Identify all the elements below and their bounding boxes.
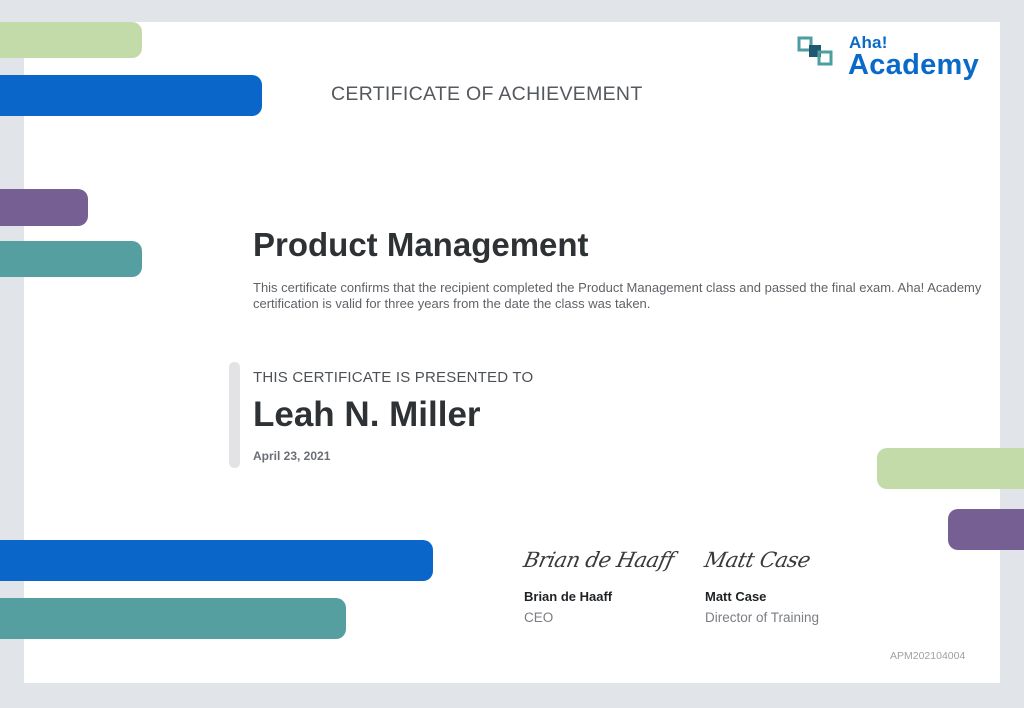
decorative-bar-green-right: [877, 448, 1024, 489]
signature-block-ceo: Brian de Haaff Brian de Haaff CEO: [521, 540, 694, 625]
decorative-bar-teal: [0, 241, 142, 277]
signer-role: Director of Training: [705, 610, 820, 625]
decorative-bar-blue-bottom: [0, 540, 433, 581]
decorative-bar-purple: [0, 189, 88, 226]
handwritten-signature: Brian de Haaff: [521, 548, 676, 572]
course-title: Product Management: [253, 226, 589, 263]
presented-to-label: THIS CERTIFICATE IS PRESENTED TO: [253, 369, 534, 386]
decorative-bar-blue: [0, 75, 262, 116]
decorative-bar-purple-right: [948, 509, 1024, 550]
course-description: This certificate confirms that the recip…: [253, 280, 982, 311]
presented-accent-bar: [229, 362, 240, 468]
issue-date: April 23, 2021: [253, 449, 331, 463]
handwritten-signature: Matt Case: [702, 548, 813, 572]
certificate-id: APM202104004: [890, 650, 966, 662]
signer-role: CEO: [524, 610, 554, 625]
signer-name: Brian de Haaff: [524, 589, 613, 604]
logo-big-text: Academy: [848, 49, 980, 81]
signer-name: Matt Case: [705, 589, 767, 604]
aha-overlapping-squares-icon: [797, 36, 833, 66]
aha-academy-logo: Aha! Academy: [797, 33, 987, 85]
decorative-bar-teal-bottom: [0, 598, 346, 639]
recipient-name: Leah N. Miller: [253, 395, 481, 434]
signature-block-director: Matt Case Matt Case Director of Training: [702, 540, 875, 625]
decorative-bar-green: [0, 22, 142, 58]
certificate-heading: CERTIFICATE OF ACHIEVEMENT: [331, 83, 643, 105]
